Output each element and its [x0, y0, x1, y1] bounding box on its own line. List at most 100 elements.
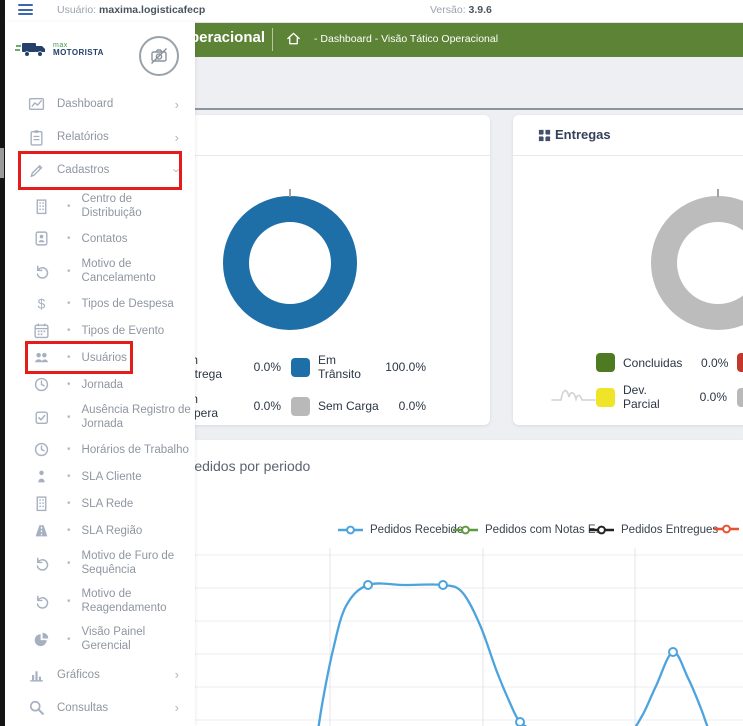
- sidebar-item-label: Cadastros: [57, 163, 157, 177]
- sidebar-item-label: Horários de Trabalho: [82, 443, 194, 457]
- sidebar-item-ausencia-registro-de-jornada[interactable]: •Ausência Registro de Jornada: [5, 398, 195, 436]
- legend-value: 0.0%: [682, 356, 728, 370]
- sidebar-item-cadastros[interactable]: Cadastros ›: [5, 154, 195, 187]
- chevron-right-icon: ›: [175, 130, 179, 145]
- undo-icon: [33, 555, 50, 572]
- sidebar-item-sla-rede[interactable]: •SLA Rede: [5, 490, 195, 517]
- line-marker-icon: [337, 525, 364, 535]
- sidebar-item-usuarios[interactable]: •Usuários: [5, 344, 195, 371]
- entregas-legend-item: [727, 353, 743, 372]
- brand-name-bottom: MOTORISTA: [53, 49, 104, 57]
- line-marker-icon: [713, 524, 740, 534]
- sidebar-item-label: Gráficos: [57, 668, 157, 682]
- breadcrumb[interactable]: - Dashboard - Visão Tático Operacional: [314, 33, 498, 45]
- sidebar-item-horarios-de-trabalho[interactable]: • Horários de Trabalho: [5, 436, 195, 463]
- clock-icon: [33, 441, 50, 458]
- legend-label: Concluidas: [623, 356, 682, 370]
- left-scrollbar-thumb[interactable]: [0, 148, 4, 178]
- sidebar-item-label: Motivo de Cancelamento: [82, 257, 194, 285]
- building-icon: [33, 495, 50, 512]
- truck-logo-icon: [15, 38, 49, 60]
- sidebar-item-tipos-de-evento[interactable]: •Tipos de Evento: [5, 317, 195, 344]
- version-info: Versão: 3.9.6: [430, 4, 492, 16]
- chevron-right-icon: ›: [175, 667, 179, 682]
- sidebar-item-motivo-de-cancelamento[interactable]: •Motivo de Cancelamento: [5, 252, 195, 290]
- checkbox-icon: [33, 409, 50, 426]
- legend-swatch: [291, 397, 310, 416]
- sidebar-item-motivo-de-furo-de-sequencia[interactable]: •Motivo de Furo de Sequência: [5, 544, 195, 582]
- sidebar-item-relatorios[interactable]: Relatórios ›: [5, 121, 195, 154]
- legend-swatch: [737, 388, 743, 407]
- version-value: 3.9.6: [469, 4, 492, 16]
- vehicle-status-legend-item: Sem Carga0.0%: [281, 392, 426, 420]
- entregas-donut-chart: [643, 188, 743, 338]
- chevron-down-icon: ›: [169, 168, 184, 172]
- sidebar-item-label: Consultas: [57, 701, 157, 715]
- sidebar-item-label: Tipos de Despesa: [82, 297, 194, 311]
- dollar-icon: [33, 295, 50, 312]
- top-bar: Usuário: maxima.logisticafecp Versão: 3.…: [0, 0, 743, 23]
- sidebar-item-jornada[interactable]: •Jornada: [5, 371, 195, 398]
- orders-line-chart: [195, 548, 743, 726]
- sidebar-item-label: Visão Painel Gerencial: [82, 625, 194, 653]
- sidebar-item-dashboard[interactable]: Dashboard ›: [5, 88, 195, 121]
- bar-chart-icon: [28, 666, 45, 683]
- bullet-icon: •: [67, 498, 71, 509]
- sidebar-menu: Dashboard › Relatórios › Cadastros › • Centro d…: [5, 88, 195, 726]
- sidebar-item-sla-cliente[interactable]: •SLA Cliente: [5, 463, 195, 490]
- sidebar-item-tipos-de-despesa[interactable]: •Tipos de Despesa: [5, 290, 195, 317]
- brand-logo: max MOTORISTA: [15, 38, 104, 60]
- sidebar-item-sla-regiao[interactable]: •SLA Região: [5, 517, 195, 544]
- entregas-card-header: Entregas: [513, 115, 743, 156]
- sidebar-item-graficos[interactable]: Gráficos ›: [5, 658, 195, 691]
- sidebar-item-label: Relatórios: [57, 130, 157, 144]
- vehicle-status-donut-chart: [215, 188, 365, 338]
- bullet-icon: •: [67, 471, 71, 482]
- sidebar-item-consultas[interactable]: Consultas ›: [5, 691, 195, 724]
- sidebar-item-visao-painel-gerencial[interactable]: • Visão Painel Gerencial: [5, 620, 195, 658]
- undo-icon: [33, 593, 50, 610]
- left-edge-strip: [0, 0, 5, 726]
- entregas-card-title: Entregas: [555, 127, 611, 142]
- chart-legend-item[interactable]: Pedidos Entregues: [588, 524, 718, 536]
- chevron-right-icon: ›: [175, 97, 179, 112]
- home-icon[interactable]: [286, 31, 301, 46]
- entregas-legend-item: [727, 383, 743, 411]
- sidebar-item-label: Usuários: [82, 351, 194, 365]
- bullet-icon: •: [67, 634, 71, 645]
- bullet-icon: •: [67, 325, 71, 336]
- sidebar-item-contatos[interactable]: •Contatos: [5, 225, 195, 252]
- bullet-icon: •: [67, 444, 71, 455]
- legend-label: Em Trânsito: [318, 353, 380, 381]
- sidebar-item-motivo-de-reagendamento[interactable]: •Motivo de Reagendamento: [5, 582, 195, 620]
- legend-label: Dev. Parcial: [623, 383, 681, 411]
- bullet-icon: •: [67, 201, 71, 212]
- packages-icon: [537, 128, 552, 143]
- search-icon: [28, 699, 45, 716]
- chart-legend-item[interactable]: [713, 524, 743, 534]
- legend-swatch: [596, 353, 615, 372]
- chart-legend-label: Pedidos Entregues: [621, 524, 718, 536]
- chevron-right-icon: ›: [175, 700, 179, 715]
- avatar-no-photo[interactable]: [139, 36, 179, 76]
- sidebar-item-label: Contatos: [82, 232, 194, 246]
- legend-value: 0.0%: [681, 390, 727, 404]
- sidebar-item-label: Centro de Distribuição: [82, 192, 194, 220]
- sidebar-item-label: Dashboard: [57, 97, 157, 111]
- chart-legend-item[interactable]: Pedidos com Notas E...: [452, 524, 605, 536]
- clipboard-icon: [28, 129, 45, 146]
- legend-swatch: [737, 353, 743, 372]
- chart-legend-item[interactable]: Pedidos Recebidos: [337, 524, 469, 536]
- header-divider: [272, 28, 273, 51]
- version-label: Versão:: [430, 4, 466, 16]
- entregas-legend-item: Concluidas0.0%: [596, 353, 727, 372]
- legend-label: Sem Carga: [318, 399, 380, 413]
- line-marker-icon: [588, 525, 615, 535]
- hamburger-menu-icon[interactable]: [18, 4, 33, 15]
- user-value: maxima.logisticafecp: [99, 4, 205, 16]
- pencil-icon: [28, 162, 45, 179]
- legend-swatch: [596, 388, 615, 407]
- bullet-icon: •: [67, 412, 71, 423]
- entregas-card: Entregas Concluidas0.0%Dev. Parcial0.0%: [513, 115, 743, 425]
- sidebar-item-centro-de-distribuicao[interactable]: • Centro de Distribuição: [5, 187, 195, 225]
